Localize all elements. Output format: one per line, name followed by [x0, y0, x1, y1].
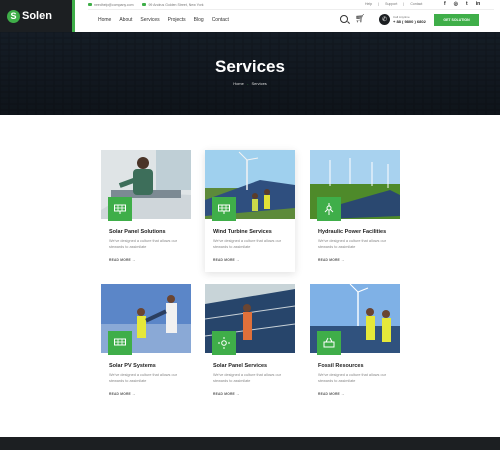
call-anytime[interactable]: ✆ Call Anytime + 88 ( 9800 ) 6802	[379, 14, 426, 25]
service-title[interactable]: Fossil Resources	[318, 363, 364, 369]
read-more-link[interactable]: READ MORE →	[109, 258, 136, 262]
read-more-link[interactable]: READ MORE →	[318, 392, 345, 396]
service-card[interactable]: Fossil Resources We've designed a cultur…	[310, 284, 400, 404]
get-solution-button[interactable]: GET SOLUTION	[434, 14, 479, 26]
service-title[interactable]: Hydraulic Power Facilities	[318, 229, 386, 235]
cart-icon[interactable]: 🛒︎	[355, 15, 365, 23]
service-description: We've designed a culture that allows our…	[213, 239, 281, 249]
page-hero: Services Home - Services	[0, 32, 500, 115]
service-card[interactable]: Solar PV Systems We've designed a cultur…	[101, 284, 191, 404]
service-description: We've designed a culture that allows our…	[318, 239, 386, 249]
hydraulic-power-icon	[317, 197, 341, 221]
logo-accent-bar	[72, 0, 75, 32]
top-link-contact[interactable]: Contact	[410, 2, 422, 6]
fossil-resources-icon	[317, 331, 341, 355]
search-icon[interactable]	[340, 15, 348, 23]
service-description: We've designed a culture that allows our…	[213, 373, 281, 383]
service-card[interactable]: Wind Turbine Services We've designed a c…	[205, 150, 295, 272]
facebook-icon[interactable]: f	[444, 1, 446, 7]
logo-mark-icon: S	[7, 9, 20, 23]
read-more-link[interactable]: READ MORE →	[109, 392, 136, 396]
service-card[interactable]: Hydraulic Power Facilities We've designe…	[310, 150, 400, 270]
nav-blog[interactable]: Blog	[194, 17, 204, 23]
social-links: f ◎ t in	[444, 1, 480, 7]
wind-turbine-icon	[212, 197, 236, 221]
nav-projects[interactable]: Projects	[168, 17, 186, 23]
service-card[interactable]: Solar Panel Services We've designed a cu…	[205, 284, 295, 404]
address-info: 99 Andrus Golden Street, New York	[142, 2, 204, 7]
breadcrumb-current: Services	[251, 81, 267, 86]
nav-home[interactable]: Home	[98, 17, 111, 23]
service-description: We've designed a culture that allows our…	[109, 373, 177, 383]
top-info-bar: needhelp@company.com 99 Andrus Golden St…	[88, 0, 494, 10]
service-title[interactable]: Solar PV Systems	[109, 363, 156, 369]
nav-services[interactable]: Services	[140, 17, 159, 23]
top-link-support[interactable]: Support	[385, 2, 397, 6]
solar-panel-icon	[108, 197, 132, 221]
phone-icon: ✆	[379, 14, 390, 25]
top-link-help[interactable]: Help	[365, 2, 372, 6]
logo-text: Solen	[22, 10, 52, 22]
breadcrumb: Home - Services	[0, 81, 500, 86]
service-card[interactable]: Solar Panel Solutions We've designed a c…	[101, 150, 191, 270]
service-description: We've designed a culture that allows our…	[318, 373, 386, 383]
solar-pv-icon	[108, 331, 132, 355]
mail-icon	[88, 3, 92, 6]
service-title[interactable]: Solar Panel Services	[213, 363, 267, 369]
twitter-icon[interactable]: t	[466, 1, 468, 7]
top-links: Help | Support | Contact	[365, 2, 423, 6]
address-text: 99 Andrus Golden Street, New York	[148, 2, 204, 7]
linkedin-icon[interactable]: in	[476, 1, 480, 7]
instagram-icon[interactable]: ◎	[454, 1, 458, 7]
solar-service-icon	[212, 331, 236, 355]
read-more-link[interactable]: READ MORE →	[213, 392, 240, 396]
main-nav: Home About Services Projects Blog Contac…	[98, 17, 229, 23]
service-title[interactable]: Solar Panel Solutions	[109, 229, 166, 235]
email-info[interactable]: needhelp@company.com	[88, 3, 133, 7]
call-number: + 88 ( 9800 ) 6802	[393, 19, 426, 24]
nav-about[interactable]: About	[119, 17, 132, 23]
read-more-link[interactable]: READ MORE →	[318, 258, 345, 262]
breadcrumb-home[interactable]: Home	[233, 81, 244, 86]
service-description: We've designed a culture that allows our…	[109, 239, 177, 249]
breadcrumb-separator: -	[246, 81, 249, 86]
header: S Solen needhelp@company.com 99 Andrus G…	[0, 0, 500, 32]
location-icon	[142, 3, 147, 6]
service-title[interactable]: Wind Turbine Services	[213, 229, 272, 235]
nav-contact[interactable]: Contact	[212, 17, 229, 23]
read-more-link[interactable]: READ MORE →	[213, 258, 240, 262]
footer	[0, 437, 500, 450]
logo[interactable]: S Solen	[0, 0, 72, 32]
email-text: needhelp@company.com	[94, 2, 134, 7]
page-title: Services	[215, 57, 285, 76]
